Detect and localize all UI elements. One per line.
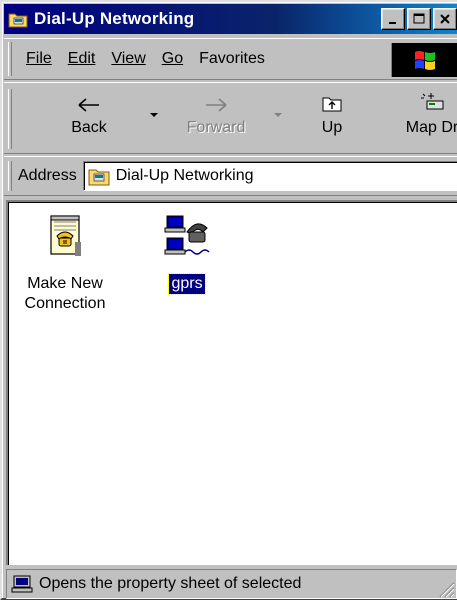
address-field[interactable]: Dial-Up Networking [82, 161, 457, 191]
addressbar-grip[interactable] [8, 161, 12, 191]
forward-dropdown-button[interactable] [274, 113, 282, 117]
menubar-grip[interactable] [8, 42, 12, 76]
close-button[interactable] [433, 8, 457, 30]
menu-file-label: File [26, 50, 52, 67]
menu-edit-label: Edit [67, 50, 96, 67]
close-icon [440, 14, 450, 24]
explorer-window: Dial-Up Networking File Edit View Go Fav… [0, 0, 457, 600]
toolbar-grip[interactable] [8, 89, 12, 149]
back-arrow-icon [78, 98, 99, 112]
address-value: Dial-Up Networking [115, 167, 254, 184]
resize-grip-icon[interactable] [437, 580, 455, 598]
up-folder-icon [322, 97, 342, 112]
window-title: Dial-Up Networking [34, 9, 195, 28]
map-drive-label: Map Dr [405, 119, 457, 136]
status-text: Opens the property sheet of selected [39, 575, 302, 592]
maximize-icon [413, 13, 425, 24]
make-new-connection-label-line1: Make New [27, 275, 103, 292]
dialup-connection-icon [164, 215, 210, 255]
menu-bar: File Edit View Go Favorites [4, 38, 457, 80]
back-dropdown-button[interactable] [150, 113, 158, 117]
gprs-label: gprs [168, 273, 206, 295]
menu-view-label: View [111, 50, 146, 67]
menu-file[interactable]: File [18, 50, 60, 68]
status-bar: Opens the property sheet of selected [6, 568, 457, 600]
back-label: Back [71, 119, 107, 136]
maximize-button[interactable] [407, 8, 431, 30]
make-new-connection-label-line2: Connection [24, 295, 106, 312]
map-drive-button[interactable]: Map Dr [392, 87, 457, 149]
dialup-folder-icon [8, 13, 28, 28]
forward-arrow-icon [206, 98, 227, 112]
up-label: Up [321, 119, 343, 136]
menu-favorites-label: Favorites [199, 50, 265, 67]
computer-icon [11, 575, 33, 593]
back-button[interactable]: Back [54, 87, 124, 149]
menu-favorites[interactable]: Favorites [191, 50, 273, 68]
forward-label: Forward [186, 119, 246, 136]
forward-button[interactable]: Forward [176, 87, 256, 149]
dialup-folder-icon [88, 169, 110, 186]
toolbar: Back Forward Up Map Dr [4, 82, 457, 154]
menu-edit[interactable]: Edit [60, 50, 104, 68]
minimize-button[interactable] [381, 8, 405, 30]
make-new-connection-icon [50, 215, 81, 256]
folder-view[interactable]: Make New Connection gprs [6, 200, 457, 565]
make-new-connection-item[interactable]: Make New Connection [10, 212, 120, 314]
title-bar[interactable]: Dial-Up Networking [4, 4, 457, 34]
windows-flag-icon [414, 51, 435, 70]
address-label: Address [18, 167, 77, 184]
up-button[interactable]: Up [302, 87, 362, 149]
minimize-icon [389, 22, 396, 24]
windows-logo [391, 43, 457, 77]
title-buttons [381, 8, 457, 30]
menu-go-label: Go [161, 50, 184, 67]
gprs-connection-item[interactable]: gprs [132, 212, 242, 295]
menu-view[interactable]: View [103, 50, 153, 68]
address-bar: Address Dial-Up Networking [4, 156, 457, 196]
menu-go[interactable]: Go [154, 50, 191, 68]
map-drive-icon [421, 93, 444, 110]
make-new-connection-label: Make New Connection [25, 274, 106, 314]
status-panel: Opens the property sheet of selected [6, 569, 457, 599]
